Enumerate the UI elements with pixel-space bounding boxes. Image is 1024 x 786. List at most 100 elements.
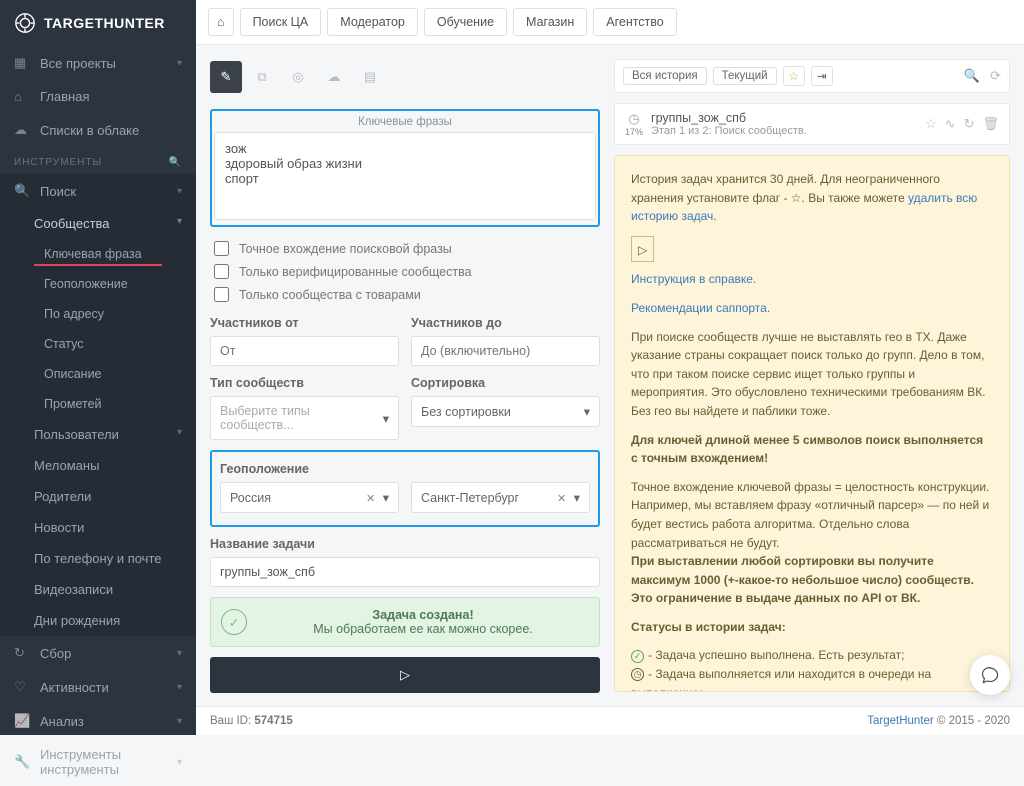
sidebar-home[interactable]: ⌂Главная <box>0 80 196 113</box>
chat-fab[interactable] <box>970 655 1010 695</box>
wrench-icon: 🔧 <box>14 754 30 770</box>
sidebar-analysis[interactable]: 📈Анализ▾ <box>0 704 196 738</box>
sidebar-phone-mail[interactable]: По телефону и почте <box>0 543 196 574</box>
book-icon[interactable]: ▤ <box>354 61 386 93</box>
sidebar-melomans[interactable]: Меломаны <box>0 450 196 481</box>
nav-training[interactable]: Обучение <box>424 8 507 36</box>
sort-label: Сортировка <box>411 376 600 390</box>
task-created-banner: ✓ Задача создана! Мы обработаем ее как м… <box>210 597 600 647</box>
guide-link[interactable]: Инструкция в справке. <box>631 272 756 286</box>
logo-text: TARGETHUNTER <box>44 15 165 31</box>
sidebar-cloud-lists[interactable]: ☁Списки в облаке <box>0 113 196 147</box>
geo-country-select[interactable]: Россия✕ ▾ <box>220 482 399 513</box>
cb-verified-label: Только верифицированные сообщества <box>239 265 472 279</box>
chevron-down-icon: ▾ <box>177 427 182 438</box>
clear-icon[interactable]: ✕ <box>366 493 375 505</box>
pin-icon[interactable]: ◎ <box>282 61 314 93</box>
sidebar-parents[interactable]: Родители <box>0 481 196 512</box>
reco-link[interactable]: Рекомендации саппорта. <box>631 301 770 315</box>
copy-icon[interactable]: ⧉ <box>246 61 278 93</box>
search-icon: 🔍 <box>14 183 30 199</box>
nav-shop[interactable]: Магазин <box>513 8 587 36</box>
nav-search-ca[interactable]: Поиск ЦА <box>240 8 322 36</box>
task-row[interactable]: ◷ 17% группы_зож_спб Этап 1 из 2: Поиск … <box>614 103 1010 145</box>
sidebar-sub-desc[interactable]: Описание <box>0 359 196 389</box>
trash-icon[interactable]: 🗑 <box>982 116 999 132</box>
task-name-label: Название задачи <box>210 537 600 551</box>
chevron-down-icon: ▾ <box>177 186 182 197</box>
user-id: 574715 <box>254 715 292 727</box>
sidebar-activity[interactable]: ♡Активности▾ <box>0 670 196 704</box>
members-from-label: Участников от <box>210 316 399 330</box>
sidebar-collect[interactable]: ↻Сбор▾ <box>0 636 196 670</box>
star-icon[interactable]: ☆ <box>925 116 937 132</box>
sidebar-sub-keyword[interactable]: Ключевая фраза <box>0 239 196 269</box>
cb-exact[interactable] <box>214 241 229 256</box>
geo-panel: Геоположение Россия✕ ▾ Санкт-Петербург✕ … <box>210 450 600 527</box>
edit-icon[interactable]: ✎ <box>210 61 242 93</box>
logo[interactable]: TARGETHUNTER <box>0 0 196 46</box>
sidebar-bdays[interactable]: Дни рождения <box>0 605 196 636</box>
search-icon[interactable]: 🔍 <box>964 68 980 84</box>
task-name-input[interactable] <box>210 557 600 587</box>
members-from-input[interactable] <box>210 336 399 366</box>
cb-goods-label: Только сообщества с товарами <box>239 288 421 302</box>
refresh-icon[interactable]: ↻ <box>964 116 975 132</box>
nav-moderator[interactable]: Модератор <box>327 8 418 36</box>
cb-exact-row[interactable]: Точное вхождение поисковой фразы <box>210 237 600 260</box>
clock-icon: ◷ <box>625 111 643 127</box>
cb-goods[interactable] <box>214 287 229 302</box>
clear-icon[interactable]: ✕ <box>557 493 566 505</box>
check-icon: ✓ <box>221 609 247 635</box>
refresh-icon[interactable]: ⟳ <box>990 68 1001 84</box>
history-header: Вся история Текущий ☆ ⇥ 🔍 ⟳ <box>614 59 1010 93</box>
footer-brand[interactable]: TargetHunter <box>867 715 933 727</box>
cb-verified[interactable] <box>214 264 229 279</box>
play-button[interactable]: ▷ <box>210 657 600 693</box>
nav-agency[interactable]: Агентство <box>593 8 677 36</box>
home-button[interactable]: ⌂ <box>208 8 234 36</box>
chevron-down-icon: ▾ <box>177 216 182 227</box>
type-label: Тип сообществ <box>210 376 399 390</box>
sort-select[interactable]: Без сортировки▾ <box>411 396 600 427</box>
keywords-panel: Ключевые фразы <box>210 109 600 227</box>
sync-icon: ↻ <box>14 645 30 661</box>
geo-city-select[interactable]: Санкт-Петербург✕ ▾ <box>411 482 590 513</box>
task-created-title: Задача создана! <box>257 608 589 622</box>
cb-verified-row[interactable]: Только верифицированные сообщества <box>210 260 600 283</box>
cb-exact-label: Точное вхождение поисковой фразы <box>239 242 452 256</box>
help-p2: Для ключей длиной менее 5 символов поиск… <box>631 431 993 468</box>
geo-label: Геоположение <box>220 462 590 476</box>
sidebar-users[interactable]: Пользователи▾ <box>0 419 196 450</box>
type-select[interactable]: Выберите типы сообществ...▾ <box>210 396 399 440</box>
sidebar-sub-promo[interactable]: Прометей <box>0 389 196 419</box>
status-list: ✓- Задача успешно выполнена. Есть резуль… <box>631 646 993 692</box>
members-to-input[interactable] <box>411 336 600 366</box>
sidebar-communities[interactable]: Сообщества▾ <box>0 208 196 239</box>
history-all-tab[interactable]: Вся история <box>623 67 707 85</box>
sidebar-sub-geo[interactable]: Геоположение <box>0 269 196 299</box>
sidebar-video[interactable]: Видеозаписи <box>0 574 196 605</box>
home-icon: ⌂ <box>14 89 30 104</box>
search-icon[interactable]: 🔍 <box>169 157 182 168</box>
history-current-tab[interactable]: Текущий <box>713 67 777 85</box>
keywords-input[interactable] <box>214 132 596 220</box>
cb-goods-row[interactable]: Только сообщества с товарами <box>210 283 600 306</box>
sidebar-search[interactable]: 🔍Поиск▾ <box>0 174 196 208</box>
chevron-down-icon: ▾ <box>177 757 182 768</box>
sidebar-sub-status[interactable]: Статус <box>0 329 196 359</box>
sidebar-section-tools: ИНСТРУМЕНТЫ🔍 <box>0 147 196 174</box>
video-icon[interactable]: ▷ <box>631 236 654 263</box>
arrow-in-icon[interactable]: ⇥ <box>811 66 833 86</box>
cloud-upload-icon[interactable]: ☁ <box>318 61 350 93</box>
star-icon[interactable]: ☆ <box>783 66 805 86</box>
task-pct: 17% <box>625 127 643 137</box>
topbar: ⌂ Поиск ЦА Модератор Обучение Магазин Аг… <box>196 0 1024 45</box>
sidebar-news[interactable]: Новости <box>0 512 196 543</box>
task-name: группы_зож_спб <box>651 111 917 125</box>
chart-icon: 📈 <box>14 713 30 729</box>
sidebar-projects[interactable]: ▦Все проекты▾ <box>0 46 196 80</box>
sidebar-tools-sub[interactable]: 🔧Инструменты инструменты▾ <box>0 738 196 786</box>
sidebar-sub-address[interactable]: По адресу <box>0 299 196 329</box>
sliders-icon[interactable]: ∿ <box>945 116 956 132</box>
